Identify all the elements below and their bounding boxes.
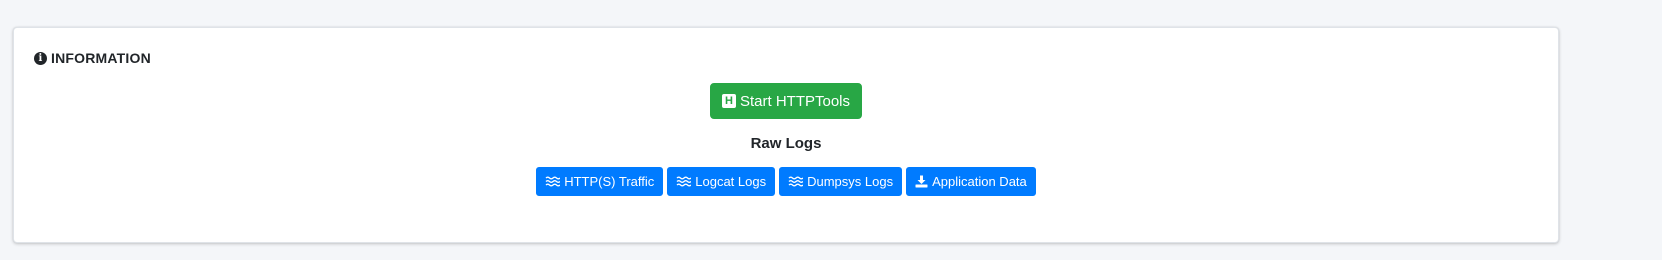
start-httptools-label: Start HTTPTools [739, 92, 851, 110]
water-icon [788, 176, 804, 187]
h-square-icon: H [721, 94, 736, 108]
start-httptools-button[interactable]: H Start HTTPTools [709, 83, 863, 119]
info-circle-icon: i [34, 51, 47, 65]
card-header: i INFORMATION [34, 50, 151, 66]
card-title: INFORMATION [51, 50, 151, 66]
dumpsys-logs-button[interactable]: Dumpsys Logs [779, 167, 903, 196]
raw-logs-heading: Raw Logs [750, 135, 822, 152]
dumpsys-logs-label: Dumpsys Logs [807, 174, 894, 189]
http-traffic-label: HTTP(S) Traffic [564, 174, 655, 189]
application-data-label: Application Data [932, 174, 1027, 189]
logcat-logs-label: Logcat Logs [695, 174, 767, 189]
download-icon [915, 175, 928, 188]
actions-area: H Start HTTPTools Raw Logs HTTP(S) Traff… [14, 83, 1558, 196]
logcat-logs-button[interactable]: Logcat Logs [667, 167, 776, 196]
application-data-button[interactable]: Application Data [906, 167, 1036, 196]
raw-logs-buttons: HTTP(S) Traffic Logcat Logs Dumpsys Logs… [536, 167, 1036, 196]
water-icon [545, 176, 561, 187]
http-traffic-button[interactable]: HTTP(S) Traffic [536, 167, 664, 196]
information-card: i INFORMATION H Start HTTPTools Raw Logs… [13, 27, 1559, 243]
water-icon [676, 176, 692, 187]
